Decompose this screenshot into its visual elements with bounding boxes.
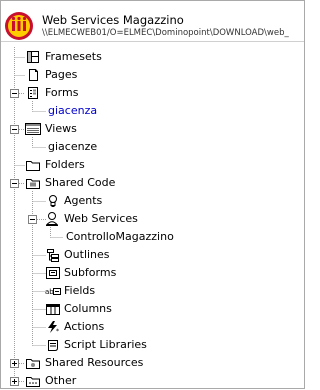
tree-item-folders[interactable]: Folders <box>1 156 304 174</box>
shared-code-folder-icon <box>26 179 40 189</box>
tree-item-web-service-controllomagazzino[interactable]: ControlloMagazzino <box>1 228 304 246</box>
svg-text:ab: ab <box>45 288 54 296</box>
other-folder-icon <box>26 377 40 387</box>
tree-item-forms[interactable]: Forms <box>1 84 304 102</box>
tree-item-framesets[interactable]: Framesets <box>1 48 304 66</box>
column-icon <box>46 304 60 315</box>
svg-text:*: * <box>56 328 59 334</box>
tree-item-label: Folders <box>45 158 85 171</box>
tree-item-label: Views <box>45 122 77 135</box>
outline-icon <box>47 249 59 262</box>
tree-item-shared-resources[interactable]: Shared Resources <box>1 354 304 372</box>
tree-item-actions[interactable]: * Actions <box>1 318 304 336</box>
tree-item-form-giacenza[interactable]: giacenza <box>1 102 304 120</box>
expand-toggle-icon[interactable] <box>10 377 19 386</box>
tree-item-label: ControlloMagazzino <box>66 230 174 243</box>
tree-item-label: Agents <box>64 194 103 207</box>
tree-item-view-giacenze[interactable]: giacenze <box>1 138 304 156</box>
tree-item-label: giacenze <box>48 140 98 153</box>
tree-item-subforms[interactable]: Subforms <box>1 264 304 282</box>
tree-item-views[interactable]: Views <box>1 120 304 138</box>
tree-item-columns[interactable]: Columns <box>1 300 304 318</box>
page-icon <box>29 69 38 81</box>
tree-item-shared-code[interactable]: Shared Code <box>1 174 304 192</box>
view-icon <box>25 123 41 135</box>
tree-item-label: Columns <box>64 302 112 315</box>
tree-item-script-libraries[interactable]: Script Libraries <box>1 336 304 354</box>
shared-resources-folder-icon <box>26 359 40 369</box>
frameset-icon <box>27 51 39 63</box>
collapse-toggle-icon[interactable] <box>28 215 37 224</box>
subform-icon <box>46 267 60 279</box>
tree-item-label: Actions <box>64 320 105 333</box>
folder-icon <box>26 161 40 171</box>
tree-item-agents[interactable]: Agents <box>1 192 304 210</box>
tree-item-label: Forms <box>45 86 79 99</box>
tree-item-label: Web Services <box>64 212 138 225</box>
collapse-toggle-icon[interactable] <box>10 179 19 188</box>
expand-toggle-icon[interactable] <box>10 359 19 368</box>
tree-item-pages[interactable]: Pages <box>1 66 304 84</box>
tree-item-other[interactable]: Other <box>1 372 304 390</box>
tree-item-label: Shared Code <box>45 176 116 189</box>
tree-item-outlines[interactable]: Outlines <box>1 246 304 264</box>
tree-item-label: Fields <box>64 284 96 297</box>
tree-item-label: Framesets <box>45 50 102 63</box>
design-navigator-panel: Web Services Magazzino \\ELMECWEB01/O=EL… <box>0 0 305 389</box>
web-service-icon <box>45 212 59 226</box>
agent-icon <box>49 195 57 207</box>
form-icon <box>28 87 38 99</box>
collapse-toggle-icon[interactable] <box>10 89 19 98</box>
tree-item-label: giacenza <box>48 104 98 117</box>
tree-item-fields[interactable]: ab Fields <box>1 282 304 300</box>
tree-item-label: Pages <box>45 68 78 81</box>
tree-item-label: Subforms <box>64 266 117 279</box>
tree-item-label: Outlines <box>64 248 110 261</box>
script-library-icon <box>48 340 58 351</box>
tree-item-label: Shared Resources <box>45 356 144 369</box>
tree-item-label: Other <box>45 374 77 387</box>
tree-item-label: Script Libraries <box>64 338 147 351</box>
field-icon: ab <box>45 288 61 296</box>
action-icon: * <box>48 321 59 334</box>
collapse-toggle-icon[interactable] <box>10 125 19 134</box>
tree-item-web-services[interactable]: Web Services <box>1 210 304 228</box>
